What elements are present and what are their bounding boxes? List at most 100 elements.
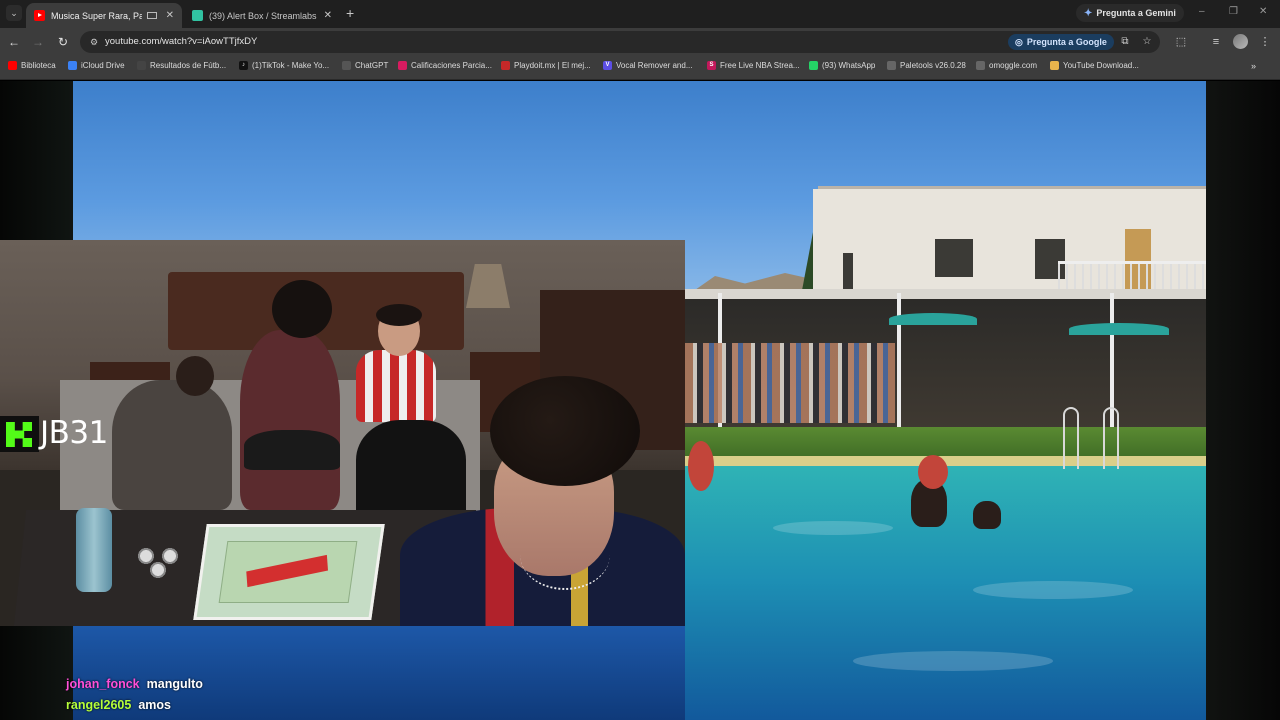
bookmark-paletools[interactable]: Paletools v26.0.28: [887, 61, 966, 70]
close-icon[interactable]: ✕: [324, 10, 332, 21]
bookmark-resultados[interactable]: Resultados de Fútb...: [137, 61, 226, 70]
bookmark-label: Vocal Remover and...: [616, 61, 693, 70]
sparkle-icon: ✦: [1084, 7, 1093, 19]
chat-text: amos: [138, 697, 171, 712]
pool-ladder: [1103, 407, 1119, 469]
water-bottle: [76, 508, 112, 592]
bookmark-label: (1)TikTok - Make Yo...: [252, 61, 330, 70]
reading-list-icon[interactable]: ≡: [1209, 35, 1223, 49]
bookmark-label: Free Live NBA Strea...: [720, 61, 800, 70]
star-icon[interactable]: ☆: [1140, 35, 1154, 49]
necklace: [520, 520, 610, 590]
bookmark-whatsapp[interactable]: (93) WhatsApp: [809, 61, 875, 70]
address-bar[interactable]: ⚙ youtube.com/watch?v=iAowTTjfxDY ◎ Preg…: [80, 31, 1160, 53]
channel-name: JB31: [40, 415, 108, 451]
person-legs: [356, 420, 466, 520]
monopoly-board: [193, 524, 385, 620]
chat-username: rangel2605: [66, 697, 132, 712]
letterbox-right: [1206, 81, 1280, 720]
close-icon[interactable]: ✕: [1259, 6, 1267, 17]
bookmark-biblioteca[interactable]: Biblioteca: [8, 61, 56, 70]
bookmark-vocal-remover[interactable]: V Vocal Remover and...: [603, 61, 692, 70]
profile-avatar[interactable]: [1233, 34, 1248, 49]
gemini-button[interactable]: ✦ Pregunta a Gemini: [1076, 4, 1184, 22]
chevron-right-icon[interactable]: »: [1251, 61, 1256, 71]
cast-icon[interactable]: ⧉: [1118, 35, 1132, 49]
tiktok-icon: ♪: [239, 61, 248, 70]
tab-youtube[interactable]: Musica Super Rara, Para Go ✕: [26, 3, 182, 28]
playdoit-icon: [501, 61, 510, 70]
tab-title: Musica Super Rara, Para Go: [51, 10, 142, 21]
bookmark-playdoit[interactable]: Playdoit.mx | El mej...: [501, 61, 591, 70]
bookmark-chatgpt[interactable]: ChatGPT: [342, 61, 388, 70]
gem-icon: [1050, 61, 1059, 70]
water-ripple: [973, 581, 1133, 599]
gemini-button-label: Pregunta a Gemini: [1096, 8, 1176, 18]
person-hair: [376, 304, 422, 326]
bookmark-youtube-downloader[interactable]: YouTube Download...: [1050, 61, 1139, 70]
bookmark-tiktok[interactable]: ♪ (1)TikTok - Make Yo...: [239, 61, 329, 70]
bookmark-nba[interactable]: S Free Live NBA Strea...: [707, 61, 800, 70]
kick-k-shape: [6, 422, 32, 447]
person-jersey: [356, 350, 436, 422]
chatgpt-icon: [342, 61, 351, 70]
crowd: [685, 343, 895, 423]
bookmark-label: (93) WhatsApp: [822, 61, 876, 70]
globe-icon: [887, 61, 896, 70]
close-icon[interactable]: ✕: [166, 10, 174, 21]
bookmark-omoggle[interactable]: omoggle.com: [976, 61, 1037, 70]
soda-cans: [128, 540, 188, 580]
video-player[interactable]: JB31 johan_fonck mangulto rangel2605 amo…: [0, 81, 1280, 720]
extensions-icon[interactable]: ⬚: [1174, 35, 1188, 49]
bookmark-label: Playdoit.mx | El mej...: [514, 61, 591, 70]
person: [240, 330, 340, 510]
bookmark-label: YouTube Download...: [1063, 61, 1139, 70]
swimmer-hair: [918, 455, 948, 489]
youtube-icon: [34, 10, 45, 21]
minimize-icon[interactable]: –: [1199, 6, 1205, 17]
chevron-down-icon[interactable]: ⌄: [6, 5, 22, 21]
back-icon[interactable]: ←: [6, 34, 22, 50]
tab-streamlabs[interactable]: (39) Alert Box / Streamlabs ✕: [184, 3, 340, 28]
bookmark-label: Paletools v26.0.28: [900, 61, 966, 70]
globe-icon: [976, 61, 985, 70]
menu-icon[interactable]: ⋮: [1258, 35, 1272, 49]
chat-username: johan_fonck: [66, 676, 140, 691]
chat-text: mangulto: [146, 676, 203, 691]
reload-icon[interactable]: ↻: [55, 34, 71, 50]
person-head: [272, 280, 332, 338]
picture-in-picture-icon[interactable]: [146, 12, 157, 19]
house-window: [843, 253, 853, 289]
bookmark-icloud[interactable]: iCloud Drive: [68, 61, 125, 70]
url-text[interactable]: youtube.com/watch?v=iAowTTjfxDY: [105, 36, 257, 47]
365-icon: [137, 61, 146, 70]
bookmark-label: Resultados de Fútb...: [150, 61, 227, 70]
streamlabs-icon: [192, 10, 203, 21]
person-head: [176, 356, 214, 396]
awning: [685, 289, 1206, 299]
whatsapp-icon: [809, 61, 818, 70]
umbrella: [889, 313, 977, 325]
diamond-icon: [398, 61, 407, 70]
bookmarks-bar: Biblioteca iCloud Drive Resultados de Fú…: [0, 56, 1280, 80]
water-ripple: [853, 651, 1053, 671]
plus-icon[interactable]: +: [346, 6, 354, 20]
tab-title: (39) Alert Box / Streamlabs: [209, 10, 317, 21]
pool-ladder: [1063, 407, 1079, 469]
v-icon: V: [603, 61, 612, 70]
chat-message: johan_fonck mangulto: [66, 673, 203, 694]
person-legs: [244, 430, 340, 470]
bookmark-label: Calificaciones Parcia...: [411, 61, 492, 70]
swimmer-hair: [688, 441, 714, 491]
site-info-icon[interactable]: ⚙: [88, 36, 100, 48]
ask-google-button[interactable]: ◎ Pregunta a Google: [1008, 34, 1114, 50]
water-ripple: [773, 521, 893, 535]
toolbar: ← → ↻ ⚙ youtube.com/watch?v=iAowTTjfxDY …: [0, 28, 1280, 56]
s-icon: S: [707, 61, 716, 70]
bookmark-calificaciones[interactable]: Calificaciones Parcia...: [398, 61, 492, 70]
person: [112, 380, 232, 510]
bookmark-label: iCloud Drive: [81, 61, 125, 70]
google-lens-icon: ◎: [1015, 36, 1023, 47]
forward-icon[interactable]: →: [30, 34, 46, 50]
restore-icon[interactable]: ❐: [1229, 6, 1238, 17]
